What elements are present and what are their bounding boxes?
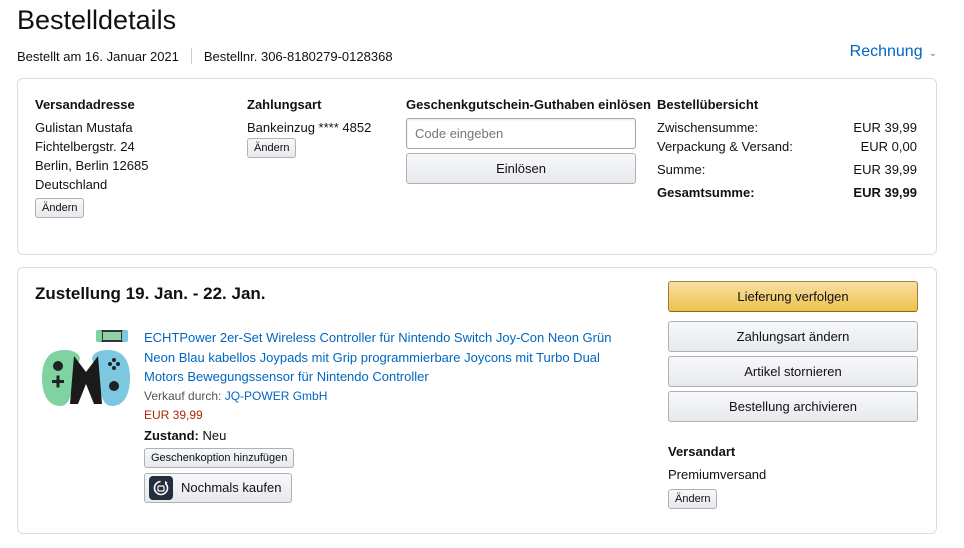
seller-link[interactable]: JQ-POWER GmbH	[225, 389, 328, 403]
chevron-down-icon: ⌄	[928, 47, 937, 59]
address-street: Fichtelbergstr. 24	[35, 139, 135, 154]
shipping-method-section: Versandart Premiumversand Ändern	[668, 440, 766, 509]
total-value: EUR 39,99	[853, 185, 917, 200]
summary-row-subtotal: Zwischensumme: EUR 39,99	[657, 118, 917, 137]
payment-method: Bankeinzug **** 4852	[247, 120, 372, 135]
giftcard-code-input[interactable]	[406, 118, 636, 149]
payment-heading: Zahlungsart	[247, 97, 322, 112]
delivery-date: Zustellung 19. Jan. - 22. Jan.	[35, 284, 266, 303]
track-package-button[interactable]: Lieferung verfolgen	[668, 281, 918, 312]
giftcard-section: Geschenkgutschein-Guthaben einlösen Einl…	[406, 95, 651, 184]
shipment-panel: Zustellung 19. Jan. - 22. Jan. ECHTPower…	[17, 267, 937, 534]
address-country: Deutschland	[35, 177, 108, 192]
order-summary-section: Bestellübersicht Zwischensumme: EUR 39,9…	[657, 95, 917, 202]
condition-label: Zustand:	[144, 427, 199, 443]
buy-again-icon	[149, 476, 173, 500]
summary-label: Zwischensumme:	[657, 120, 759, 135]
summary-label: Verpackung & Versand:	[657, 139, 793, 154]
change-address-button[interactable]: Ändern	[35, 198, 85, 218]
product-title-link[interactable]: ECHTPower 2er-Set Wireless Controller fü…	[144, 328, 624, 387]
summary-row-total: Gesamtsumme: EUR 39,99	[657, 183, 917, 202]
buy-again-label: Nochmals kaufen	[181, 480, 282, 496]
shipping-address-heading: Versandadresse	[35, 97, 135, 112]
order-number: Bestellnr. 306-8180279-0128368	[203, 48, 393, 64]
address-name: Gulistan Mustafa	[35, 120, 133, 135]
buy-again-button[interactable]: Nochmals kaufen	[144, 473, 293, 503]
redeem-button[interactable]: Einlösen	[406, 153, 636, 184]
summary-label: Summe:	[657, 162, 706, 177]
shipping-address-section: Versandadresse Gulistan Mustafa Fichtelb…	[35, 95, 148, 218]
add-gift-option-button[interactable]: Geschenkoption hinzufügen	[144, 448, 295, 468]
order-info-panel: Versandadresse Gulistan Mustafa Fichtelb…	[17, 78, 937, 255]
invoice-label: Rechnung	[849, 43, 923, 60]
shipping-method-heading: Versandart	[668, 444, 736, 459]
change-payment-method-button[interactable]: Zahlungsart ändern	[668, 321, 918, 352]
invoice-dropdown[interactable]: Rechnung ⌄	[850, 43, 937, 61]
seller-label: Verkauf durch:	[144, 388, 225, 403]
summary-value: EUR 39,99	[853, 162, 917, 177]
product-details: ECHTPower 2er-Set Wireless Controller fü…	[144, 328, 624, 503]
summary-value: EUR 0,00	[860, 139, 917, 154]
summary-row-sum: Summe: EUR 39,99	[657, 160, 917, 179]
product-image[interactable]	[40, 328, 132, 414]
payment-section: Zahlungsart Bankeinzug **** 4852 Ändern	[247, 95, 371, 158]
shipping-method-value: Premiumversand	[668, 467, 767, 482]
archive-order-button[interactable]: Bestellung archivieren	[668, 391, 918, 422]
cancel-item-button[interactable]: Artikel stornieren	[668, 356, 918, 387]
order-meta: Bestellt am 16. Januar 2021 Bestellnr. 3…	[17, 48, 393, 64]
order-date: Bestellt am 16. Januar 2021	[17, 48, 179, 64]
summary-value: EUR 39,99	[853, 120, 917, 135]
product-condition: Zustand: Neu	[144, 426, 624, 446]
change-payment-button[interactable]: Ändern	[247, 138, 297, 158]
total-label: Gesamtsumme:	[657, 185, 755, 200]
giftcard-heading: Geschenkgutschein-Guthaben einlösen	[406, 97, 651, 112]
divider	[190, 48, 192, 64]
page-title: Bestelldetails	[17, 5, 177, 35]
address-city: Berlin, Berlin 12685	[35, 158, 149, 173]
order-actions: Lieferung verfolgen Zahlungsart ändern A…	[668, 281, 918, 426]
order-summary-heading: Bestellübersicht	[657, 97, 759, 112]
product-price: EUR 39,99	[144, 408, 203, 422]
change-shipping-button[interactable]: Ändern	[668, 489, 718, 509]
condition-value: Neu	[198, 427, 227, 443]
summary-row-shipping: Verpackung & Versand: EUR 0,00	[657, 137, 917, 156]
seller-line: Verkauf durch: JQ-POWER GmbH	[144, 387, 624, 407]
